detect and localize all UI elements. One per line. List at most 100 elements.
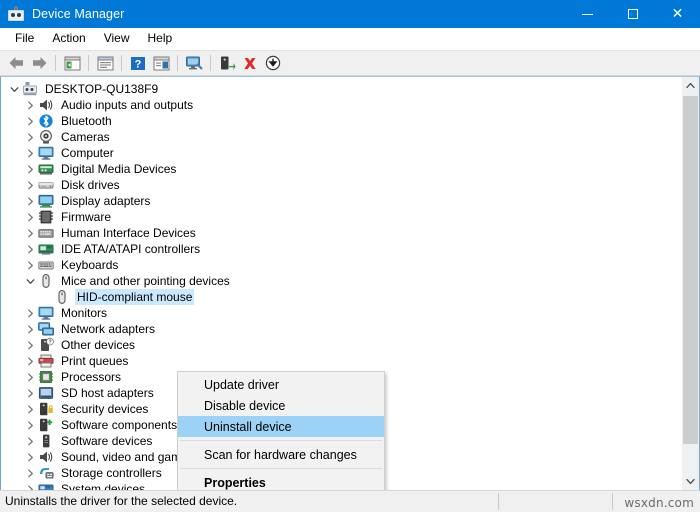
tree-item-label: Network adapters: [59, 321, 157, 337]
menu-help[interactable]: Help: [139, 29, 182, 48]
tree-item[interactable]: Mice and other pointing devices: [1, 273, 681, 289]
context-menu-item-update-driver[interactable]: Update driver: [178, 374, 384, 395]
maximize-button[interactable]: [610, 0, 655, 28]
chevron-right-icon[interactable]: [23, 337, 38, 353]
help-question-icon[interactable]: ?: [127, 53, 149, 73]
context-menu-item-uninstall-device[interactable]: Uninstall device: [178, 416, 384, 437]
tree-item[interactable]: Disk drives: [1, 177, 681, 193]
monitor-scan-icon[interactable]: [183, 53, 205, 73]
media-device-icon: [38, 161, 54, 177]
chevron-right-icon[interactable]: [23, 385, 38, 401]
computer-root-icon: [22, 81, 38, 97]
window-controls: ✕: [565, 0, 700, 28]
software-component-icon: [38, 417, 54, 433]
chevron-right-icon[interactable]: [23, 225, 38, 241]
tree-item[interactable]: HID-compliant mouse: [1, 289, 681, 305]
chevron-right-icon[interactable]: [23, 193, 38, 209]
status-bar: Uninstalls the driver for the selected d…: [0, 490, 700, 512]
tree-item[interactable]: Digital Media Devices: [1, 161, 681, 177]
menu-file[interactable]: File: [6, 29, 43, 48]
chevron-right-icon[interactable]: [23, 305, 38, 321]
tree-item[interactable]: Network adapters: [1, 321, 681, 337]
back-button[interactable]: [5, 53, 27, 73]
console-tree-icon[interactable]: [61, 53, 83, 73]
menu-action[interactable]: Action: [43, 29, 94, 48]
chevron-right-icon[interactable]: [23, 145, 38, 161]
chevron-right-icon[interactable]: [23, 353, 38, 369]
chevron-down-icon[interactable]: [23, 273, 38, 289]
chevron-right-icon[interactable]: [23, 369, 38, 385]
chevron-right-icon[interactable]: [23, 161, 38, 177]
context-menu-item-properties[interactable]: Properties: [178, 472, 384, 490]
chevron-right-icon[interactable]: [23, 257, 38, 273]
chevron-right-icon[interactable]: [23, 209, 38, 225]
close-button[interactable]: ✕: [655, 0, 700, 28]
context-menu-item-scan-for-hardware-changes[interactable]: Scan for hardware changes: [178, 444, 384, 465]
tree-item-label: Monitors: [59, 305, 109, 321]
tree-item[interactable]: Cameras: [1, 129, 681, 145]
update-driver-icon[interactable]: [216, 53, 238, 73]
chevron-right-icon[interactable]: [23, 97, 38, 113]
chevron-right-icon[interactable]: [23, 465, 38, 481]
tree-item[interactable]: Computer: [1, 145, 681, 161]
tree-item[interactable]: Keyboards: [1, 257, 681, 273]
chevron-right-icon[interactable]: [23, 177, 38, 193]
action-pane-icon[interactable]: [150, 53, 172, 73]
properties-window-icon[interactable]: [94, 53, 116, 73]
status-message: Uninstalls the driver for the selected d…: [0, 494, 237, 509]
svg-text:?: ?: [135, 58, 142, 70]
scrollbar-track[interactable]: [682, 94, 699, 473]
system-device-icon: [38, 481, 54, 490]
chevron-right-icon[interactable]: [23, 321, 38, 337]
display-adapter-icon: [38, 193, 54, 209]
chevron-right-icon[interactable]: [23, 417, 38, 433]
keyboard-icon: [38, 257, 54, 273]
minimize-button[interactable]: [565, 0, 610, 28]
toolbar-separator: [55, 55, 56, 71]
chevron-right-icon[interactable]: [23, 113, 38, 129]
chevron-right-icon[interactable]: [23, 449, 38, 465]
ide-controller-icon: [38, 241, 54, 257]
tree-item[interactable]: Audio inputs and outputs: [1, 97, 681, 113]
circle-down-arrow-icon[interactable]: [262, 53, 284, 73]
menu-view[interactable]: View: [95, 29, 139, 48]
chevron-right-icon[interactable]: [23, 401, 38, 417]
bluetooth-icon: [38, 113, 54, 129]
content-area: DESKTOP-QU138F9 Audio inputs and outputs…: [0, 76, 700, 490]
tree-item[interactable]: IDE ATA/ATAPI controllers: [1, 241, 681, 257]
tree-item-label: Disk drives: [59, 177, 122, 193]
chevron-right-icon[interactable]: [23, 129, 38, 145]
status-divider: [498, 493, 499, 510]
tree-item-label: System devices: [59, 481, 147, 490]
tree-root-item[interactable]: DESKTOP-QU138F9: [1, 81, 681, 97]
vertical-scrollbar[interactable]: [681, 77, 699, 490]
forward-button[interactable]: [28, 53, 50, 73]
disk-drive-icon: [38, 177, 54, 193]
tree-item[interactable]: Print queues: [1, 353, 681, 369]
tree-item-label: Digital Media Devices: [59, 161, 178, 177]
red-x-icon[interactable]: [239, 53, 261, 73]
tree-item[interactable]: Firmware: [1, 209, 681, 225]
tree-item[interactable]: Bluetooth: [1, 113, 681, 129]
menu-bar: File Action View Help: [0, 28, 700, 50]
chevron-right-icon[interactable]: [23, 481, 38, 490]
tree-item-label: Security devices: [59, 401, 150, 417]
tree-item-label: Firmware: [59, 209, 113, 225]
toolbar-separator: [88, 55, 89, 71]
status-divider: [612, 493, 613, 510]
scroll-up-button[interactable]: [682, 77, 699, 94]
firmware-chip-icon: [38, 209, 54, 225]
tree-item[interactable]: Monitors: [1, 305, 681, 321]
tree-item-label: Other devices: [59, 337, 137, 353]
scrollbar-thumb[interactable]: [683, 96, 698, 444]
svg-text:?: ?: [48, 340, 51, 346]
chevron-down-icon[interactable]: [7, 81, 22, 97]
processor-icon: [38, 369, 54, 385]
tree-item[interactable]: Display adapters: [1, 193, 681, 209]
chevron-right-icon[interactable]: [23, 433, 38, 449]
tree-item[interactable]: ? Other devices: [1, 337, 681, 353]
tree-item[interactable]: Human Interface Devices: [1, 225, 681, 241]
chevron-right-icon[interactable]: [23, 241, 38, 257]
context-menu-item-disable-device[interactable]: Disable device: [178, 395, 384, 416]
scroll-down-button[interactable]: [682, 473, 699, 490]
